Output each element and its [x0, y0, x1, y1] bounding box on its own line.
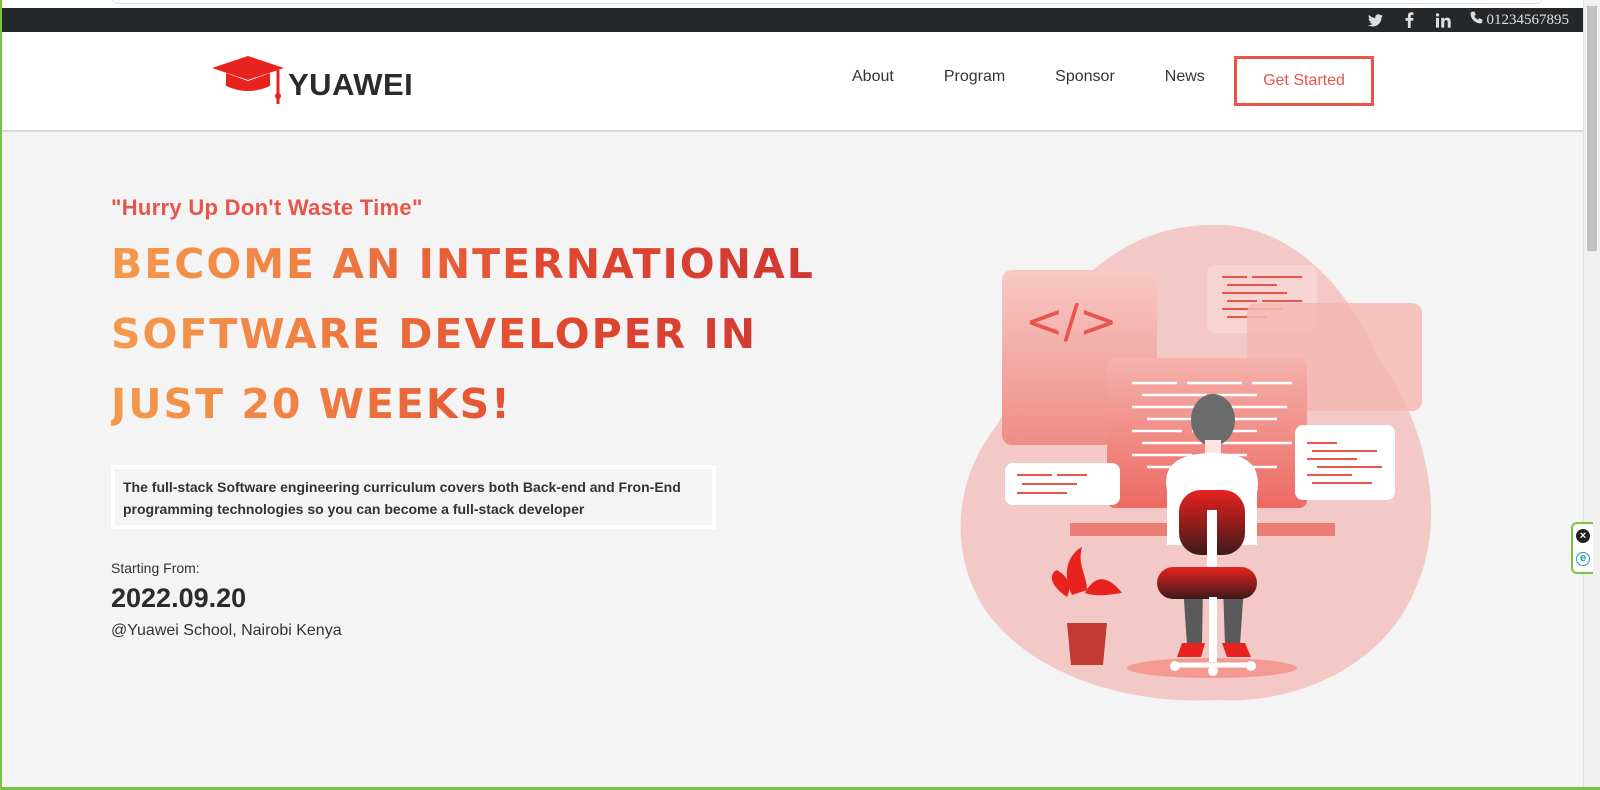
hero-headline: BECOME AN INTERNATIONAL SOFTWARE DEVELOP… [111, 229, 891, 439]
nav-sponsor[interactable]: Sponsor [1055, 68, 1115, 86]
nav-about[interactable]: About [852, 68, 894, 86]
chair-seat [1157, 567, 1257, 599]
hero-tagline: "Hurry Up Don't Waste Time" [111, 195, 423, 220]
graduation-cap-icon [212, 56, 284, 104]
logo-text: YUAWEI [288, 67, 414, 102]
start-date: 2022.09.20 [111, 583, 247, 613]
code-symbol: </> [1025, 294, 1118, 348]
headline-line-1: BECOME AN INTERNATIONAL [111, 240, 815, 288]
site-logo[interactable]: YUAWEI [210, 54, 413, 106]
developer-illustration: </> [960, 225, 1432, 701]
start-label: Starting From: [111, 560, 200, 576]
facebook-icon[interactable] [1402, 12, 1418, 28]
phone-number: 01234567895 [1486, 11, 1570, 28]
address-bar-edge[interactable] [112, 0, 1542, 4]
top-contact-bar: 01234567895 [2, 8, 1585, 32]
hero-description-box: The full-stack Software engineering curr… [111, 465, 716, 529]
headline-line-2: SOFTWARE DEVELOPER IN [111, 310, 758, 358]
location-text: @Yuawei School, Nairobi Kenya [111, 622, 342, 639]
person-head [1191, 394, 1235, 446]
plant-pot [1067, 623, 1107, 665]
vertical-scrollbar[interactable] [1583, 0, 1600, 790]
nav-news[interactable]: News [1165, 68, 1205, 86]
headline-line-3: JUST 20 WEEKS! [111, 380, 512, 428]
nav-program[interactable]: Program [944, 68, 1005, 86]
close-icon[interactable]: × [1576, 529, 1590, 543]
site-header: YUAWEI About Program Sponsor News Get St… [2, 32, 1585, 132]
hero-description: The full-stack Software engineering curr… [115, 469, 712, 525]
hero-text: "Hurry Up Don't Waste Time" BECOME AN IN… [111, 195, 891, 439]
browser-viewport: 01234567895 YUAWEI About Program Sponsor… [0, 0, 1600, 790]
extension-e-icon[interactable]: e [1576, 552, 1590, 566]
scrollbar-thumb[interactable] [1587, 6, 1597, 251]
code-card-right [1295, 425, 1395, 500]
twitter-icon[interactable] [1368, 12, 1384, 28]
linkedin-icon[interactable] [1436, 12, 1452, 28]
browser-address-strip [2, 0, 1587, 8]
get-started-button[interactable]: Get Started [1234, 56, 1374, 106]
phone-icon [1470, 11, 1483, 29]
phone-contact[interactable]: 01234567895 [1470, 11, 1570, 29]
extension-side-widget: × e [1571, 522, 1593, 574]
main-nav: About Program Sponsor News [852, 68, 1205, 86]
